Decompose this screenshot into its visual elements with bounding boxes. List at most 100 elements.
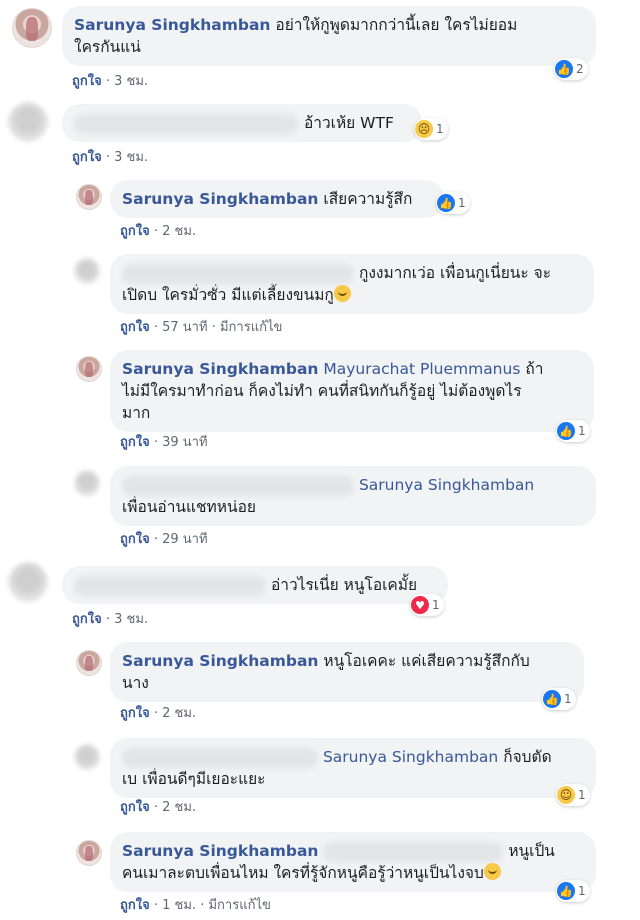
comment-text: เสียความรู้สึก (323, 190, 413, 208)
sad-icon: ☹ (415, 120, 433, 138)
avatar[interactable] (8, 102, 48, 142)
comment-bubble: อ้าวเห้ย WTF (62, 104, 422, 142)
comment-text: อ้าวเห้ย WTF (303, 114, 394, 132)
timestamp[interactable]: 2 ชม. (162, 706, 196, 721)
comment-bubble: Sarunya Singkhamban เพื่อนอ่านแชทหน่อย (110, 466, 596, 526)
blurred-mention (323, 841, 504, 862)
avatar[interactable] (74, 744, 100, 770)
like-link[interactable]: ถูกใจ (72, 74, 102, 89)
comment-bubble: Sarunya Singkhamban เสียความรู้สึก (110, 180, 444, 218)
comment-text: เปิดบ ใครมั่วซั่ว มีแต่เลี้ยงขนมกู (122, 286, 334, 304)
comment-bubble: Sarunya Singkhamban ก็จบตัด เบ เพื่อนดีๆ… (110, 738, 596, 798)
comment-author[interactable]: Sarunya Singkhamban (122, 360, 318, 378)
comment-meta: ถูกใจ · 39 นาที (120, 435, 208, 450)
like-link[interactable]: ถูกใจ (120, 320, 150, 335)
comment-meta: ถูกใจ · 2 ชม. (120, 224, 197, 239)
comment-bubble: กูงงมากเว่อ เพื่อนกูเนี่ยนะ จะ เปิดบ ใคร… (110, 254, 594, 314)
reaction-count[interactable]: ☺ 1 (556, 784, 590, 806)
reaction-count[interactable]: ☹ 1 (414, 118, 448, 140)
avatar[interactable] (8, 562, 48, 602)
avatar[interactable] (76, 650, 102, 676)
blurred-author (122, 747, 318, 768)
comment-author[interactable]: Sarunya Singkhamban (74, 16, 270, 34)
comment-bubble: Sarunya Singkhamban หนูโอเคคะ แค่เสียควา… (110, 642, 584, 702)
like-link[interactable]: ถูกใจ (120, 224, 150, 239)
like-icon: 👍 (557, 882, 575, 900)
avatar[interactable] (76, 184, 102, 210)
comment-text: ใครกันแน่ (74, 38, 141, 56)
comment-text: นาง (122, 674, 149, 692)
mention-link[interactable]: Mayurachat Pluemmanus (323, 360, 520, 378)
avatar[interactable] (12, 8, 52, 48)
reaction-count[interactable]: 👍 1 (556, 420, 590, 442)
like-link[interactable]: ถูกใจ (120, 435, 150, 450)
grin-emoji-icon (333, 285, 351, 302)
comment-text: หนูเป็น (508, 842, 555, 860)
avatar[interactable] (74, 258, 100, 284)
cry-laugh-emoji-icon (483, 863, 501, 880)
comment-meta: ถูกใจ · 3 ชม. (72, 74, 149, 89)
edited-label[interactable]: มีการแก้ไข (220, 320, 282, 335)
comment-bubble: อ่าวไรเนี่ย หนูโอเคมั้ย (62, 566, 448, 604)
comment-meta: ถูกใจ · 2 ชม. (120, 706, 197, 721)
comment-author[interactable]: Sarunya Singkhamban (122, 190, 318, 208)
like-link[interactable]: ถูกใจ (120, 532, 150, 547)
comment-meta: ถูกใจ · 3 ชม. (72, 612, 149, 627)
comment-meta: ถูกใจ · 3 ชม. (72, 150, 149, 165)
timestamp[interactable]: 2 ชม. (162, 224, 196, 239)
comment-author[interactable]: Sarunya Singkhamban (122, 652, 318, 670)
comment-bubble: Sarunya Singkhamban Mayurachat Pluemmanu… (110, 350, 594, 432)
avatar[interactable] (76, 840, 102, 866)
like-link[interactable]: ถูกใจ (72, 612, 102, 627)
timestamp[interactable]: 39 นาที (162, 435, 207, 450)
timestamp[interactable]: 3 ชม. (114, 150, 148, 165)
reaction-count[interactable]: 👍 2 (554, 58, 588, 80)
comment-text: คนเมาละตบเพื่อนไหม ใครที่รู้จักหนูคือรู้… (122, 864, 484, 882)
mention-link[interactable]: Sarunya Singkhamban (323, 748, 498, 766)
timestamp[interactable]: 57 นาที (162, 320, 207, 335)
reaction-count[interactable]: 👍 1 (542, 688, 576, 710)
reaction-count[interactable]: 👍 1 (436, 192, 470, 214)
timestamp[interactable]: 2 ชม. (162, 800, 196, 815)
blurred-author (74, 575, 266, 596)
like-link[interactable]: ถูกใจ (72, 150, 102, 165)
comment-text: อย่าให้กูพูดมากกว่านี้เลย ใครไม่ยอม (275, 16, 518, 34)
comment-text: อ่าวไรเนี่ย หนูโอเคมั้ย (270, 576, 418, 594)
comment-text: หนูโอเคคะ แค่เสียความรู้สึกกับ (323, 652, 530, 670)
comment-text: กูงงมากเว่อ เพื่อนกูเนี่ยนะ จะ (358, 264, 552, 282)
mention-link[interactable]: Sarunya Singkhamban (359, 476, 534, 494)
avatar[interactable] (74, 470, 100, 496)
blurred-author (74, 113, 299, 134)
comment-bubble: Sarunya Singkhamban หนูเป็น คนเมาละตบเพื… (110, 832, 596, 892)
comment-text: ก็จบตัด (503, 748, 552, 766)
comment-author[interactable]: Sarunya Singkhamban (122, 842, 318, 860)
timestamp[interactable]: 29 นาที (162, 532, 207, 547)
comment-bubble: Sarunya Singkhamban อย่าให้กูพูดมากกว่าน… (62, 6, 596, 66)
comment-meta: ถูกใจ · 57 นาที · มีการแก้ไข (120, 320, 283, 335)
like-icon: 👍 (437, 194, 455, 212)
haha-icon: ☺ (557, 786, 575, 804)
heart-icon: ♥ (411, 596, 429, 614)
like-icon: 👍 (555, 60, 573, 78)
like-link[interactable]: ถูกใจ (120, 800, 150, 815)
like-icon: 👍 (557, 422, 575, 440)
like-link[interactable]: ถูกใจ (120, 898, 150, 913)
timestamp[interactable]: 3 ชม. (114, 612, 148, 627)
blurred-author (122, 475, 354, 496)
blurred-author (122, 263, 354, 284)
comment-meta: ถูกใจ · 1 ชม. · มีการแก้ไข (120, 898, 271, 913)
comment-text: ถ้า (525, 360, 544, 378)
timestamp[interactable]: 1 ชม. (162, 898, 196, 913)
like-link[interactable]: ถูกใจ (120, 706, 150, 721)
avatar[interactable] (76, 356, 102, 382)
reaction-count[interactable]: ♥ 1 (410, 594, 444, 616)
comment-meta: ถูกใจ · 29 นาที (120, 532, 208, 547)
reaction-count[interactable]: 👍 1 (556, 880, 590, 902)
timestamp[interactable]: 3 ชม. (114, 74, 148, 89)
comment-text: มาก (122, 404, 151, 422)
comment-text: เบ เพื่อนดีๆมีเยอะแยะ (122, 770, 266, 788)
comment-text: ไม่มีใครมาทำก่อน ก็คงไม่ทำ คนที่สนิทกันก… (122, 382, 522, 400)
edited-label[interactable]: มีการแก้ไข (208, 898, 270, 913)
like-icon: 👍 (543, 690, 561, 708)
comment-text: เพื่อนอ่านแชทหน่อย (122, 498, 256, 516)
